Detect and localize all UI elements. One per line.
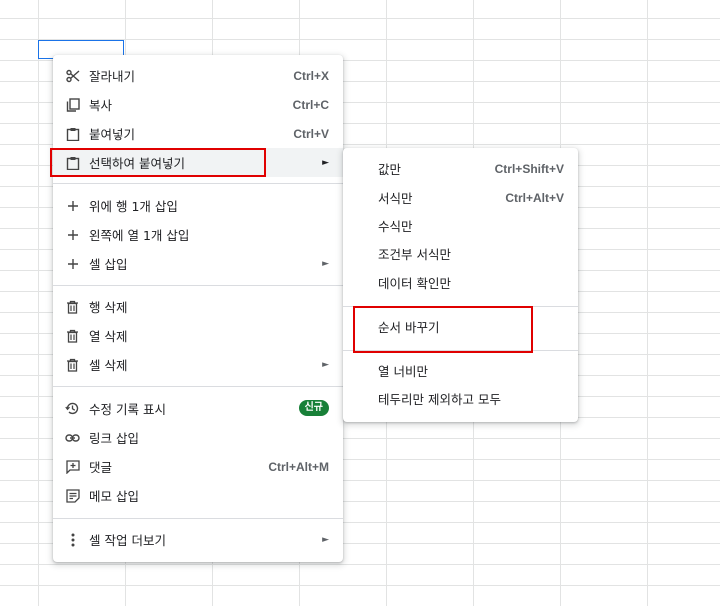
shortcut-text: Ctrl+C [292, 97, 329, 112]
history-icon [65, 401, 80, 416]
note-icon [65, 488, 80, 503]
submenu-arrow-icon: ► [322, 359, 329, 370]
highlight-box-paste-special [50, 148, 266, 177]
menu-item-label: 메모 삽입 [89, 489, 139, 504]
link-icon [65, 430, 80, 445]
menu-item-label: 복사 [89, 98, 113, 113]
menu-item-comment[interactable]: 댓글 Ctrl+Alt+M [53, 452, 343, 481]
menu-item-label: 열 너비만 [378, 364, 428, 379]
menu-item-insert-row-above[interactable]: 위에 행 1개 삽입 [53, 191, 343, 220]
menu-item-label: 열 삭제 [89, 329, 128, 344]
menu-item-label: 서식만 [378, 191, 413, 206]
submenu-item-all-except-borders[interactable]: 테두리만 제외하고 모두 [343, 384, 578, 413]
context-menu: 잘라내기 Ctrl+X 복사 Ctrl+C 붙여넣기 Ctrl+V 선택하여 붙… [53, 55, 343, 562]
submenu-item-format-only[interactable]: 서식만 Ctrl+Alt+V [343, 183, 578, 212]
menu-item-label: 행 삭제 [89, 300, 128, 315]
plus-icon [65, 256, 80, 271]
menu-item-delete-col[interactable]: 열 삭제 [53, 321, 343, 350]
menu-item-label: 위에 행 1개 삽입 [89, 199, 178, 214]
menu-item-delete-cells[interactable]: 셀 삭제 ► [53, 350, 343, 379]
submenu-arrow-icon: ► [322, 157, 329, 168]
menu-item-label: 수정 기록 표시 [89, 402, 166, 417]
highlight-box-transposed [353, 306, 533, 353]
menu-item-label: 잘라내기 [89, 69, 136, 84]
menu-item-label: 붙여넣기 [89, 127, 136, 142]
more-vert-icon [65, 532, 80, 547]
shortcut-text: Ctrl+V [293, 126, 329, 141]
menu-item-label: 셀 작업 더보기 [89, 533, 166, 548]
menu-item-insert-cells[interactable]: 셀 삽입 ► [53, 249, 343, 278]
trash-icon [65, 357, 80, 372]
menu-item-label: 수식만 [378, 219, 413, 234]
menu-item-label: 댓글 [89, 460, 113, 475]
submenu-item-formula-only[interactable]: 수식만 [343, 211, 578, 240]
submenu-item-values-only[interactable]: 값만 Ctrl+Shift+V [343, 154, 578, 183]
shortcut-text: Ctrl+Alt+M [268, 459, 329, 474]
menu-item-label: 왼쪽에 열 1개 삽입 [89, 228, 190, 243]
menu-divider [53, 285, 343, 286]
menu-item-label: 값만 [378, 162, 402, 177]
menu-divider [53, 386, 343, 387]
menu-item-insert-col-left[interactable]: 왼쪽에 열 1개 삽입 [53, 220, 343, 249]
shortcut-text: Ctrl+Shift+V [494, 161, 564, 176]
clipboard-icon [65, 126, 80, 141]
menu-item-insert-note[interactable]: 메모 삽입 [53, 481, 343, 510]
menu-item-copy[interactable]: 복사 Ctrl+C [53, 90, 343, 119]
trash-icon [65, 328, 80, 343]
menu-item-edit-history[interactable]: 수정 기록 표시 신규 [53, 394, 343, 423]
menu-item-paste[interactable]: 붙여넣기 Ctrl+V [53, 119, 343, 148]
plus-icon [65, 227, 80, 242]
menu-item-label: 조건부 서식만 [378, 247, 451, 262]
submenu-item-conditional-format-only[interactable]: 조건부 서식만 [343, 239, 578, 268]
copy-icon [65, 97, 80, 112]
submenu-arrow-icon: ► [322, 258, 329, 269]
menu-item-label: 링크 삽입 [89, 431, 139, 446]
plus-icon [65, 198, 80, 213]
menu-item-cut[interactable]: 잘라내기 Ctrl+X [53, 61, 343, 90]
trash-icon [65, 299, 80, 314]
comment-icon [65, 459, 80, 474]
new-badge: 신규 [298, 400, 329, 416]
submenu-item-data-validation-only[interactable]: 데이터 확인만 [343, 268, 578, 297]
shortcut-text: Ctrl+X [293, 68, 329, 83]
menu-item-label: 셀 삽입 [89, 257, 128, 272]
scissors-icon [65, 68, 80, 83]
menu-item-label: 테두리만 제외하고 모두 [378, 392, 501, 407]
menu-divider [53, 183, 343, 184]
shortcut-text: Ctrl+Alt+V [505, 190, 564, 205]
submenu-arrow-icon: ► [322, 534, 329, 545]
menu-item-insert-link[interactable]: 링크 삽입 [53, 423, 343, 452]
submenu-item-column-width-only[interactable]: 열 너비만 [343, 356, 578, 385]
paste-special-submenu: 값만 Ctrl+Shift+V 서식만 Ctrl+Alt+V 수식만 조건부 서… [343, 148, 578, 422]
menu-divider [53, 518, 343, 519]
menu-item-label: 셀 삭제 [89, 358, 128, 373]
menu-item-more-cell-actions[interactable]: 셀 작업 더보기 ► [53, 525, 343, 554]
menu-item-delete-row[interactable]: 행 삭제 [53, 292, 343, 321]
menu-item-label: 데이터 확인만 [378, 276, 451, 291]
